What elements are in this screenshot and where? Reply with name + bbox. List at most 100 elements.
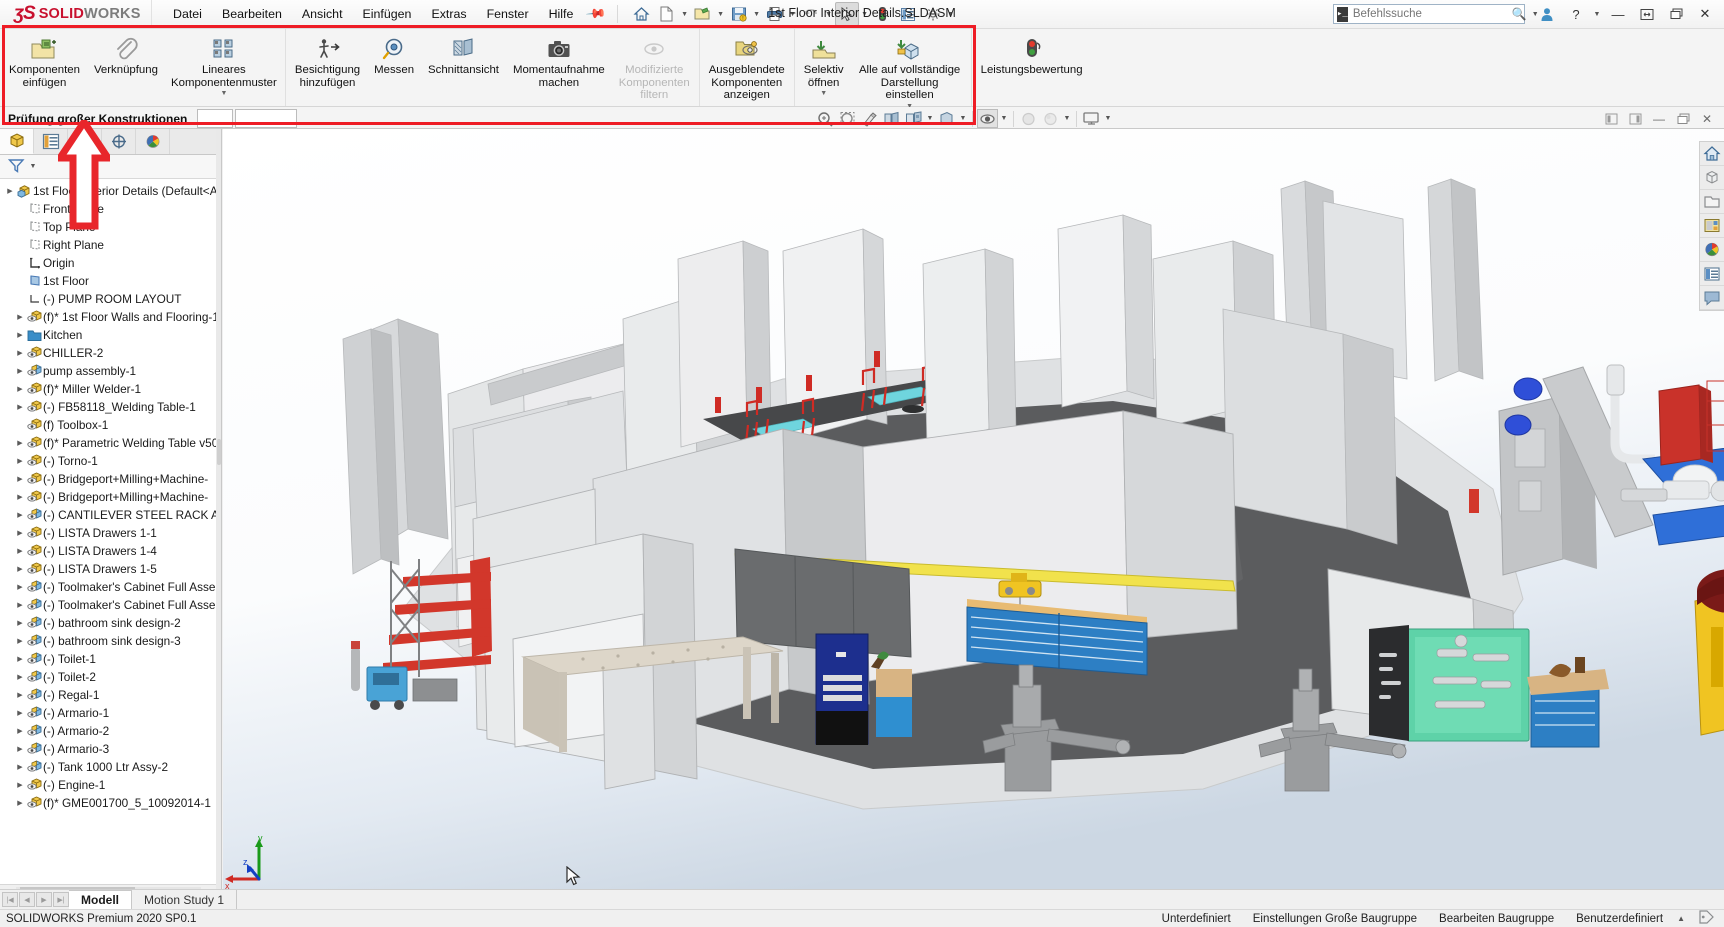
expand-arrow-icon[interactable]: ▶: [14, 475, 26, 483]
selective-open-button[interactable]: Selektiv öffnen ▼: [797, 32, 851, 99]
expand-arrow-icon[interactable]: ▶: [14, 727, 26, 735]
expand-arrow-icon[interactable]: ▶: [14, 349, 26, 357]
view-orientation-icon[interactable]: [903, 109, 924, 128]
pin-icon[interactable]: 📌: [582, 0, 611, 28]
expand-arrow-icon[interactable]: ▶: [14, 547, 26, 555]
tree-item[interactable]: ▶ (-) bathroom sink design-2: [0, 614, 217, 632]
feature-tree[interactable]: ▶ 1st Floor Interior Details (Default<Al…: [0, 179, 217, 884]
chevron-down-icon[interactable]: ▼: [1592, 11, 1602, 18]
design-library-icon[interactable]: [1700, 214, 1724, 238]
tree-item[interactable]: ▶ (-) Bridgeport+Milling+Machine-: [0, 488, 217, 506]
set-all-to-full-display-button[interactable]: Alle auf vollständige Darstellung einste…: [851, 32, 969, 112]
menu-ansicht[interactable]: Ansicht: [293, 2, 352, 26]
custom-properties-icon[interactable]: [1700, 262, 1724, 286]
chevron-down-icon[interactable]: ▼: [820, 90, 827, 97]
add-walkthrough-button[interactable]: Besichtigung hinzufügen: [288, 32, 367, 91]
chevron-down-icon[interactable]: ▼: [824, 11, 834, 18]
tree-item[interactable]: ▶ (-) Engine-1: [0, 776, 217, 794]
filter-modified-components-button[interactable]: Modifizierte Komponenten filtern: [612, 32, 697, 104]
options-list-icon[interactable]: [896, 2, 920, 26]
print-icon[interactable]: [763, 2, 787, 26]
tree-item[interactable]: ▶ (f)* GME001700_5_10092014-1: [0, 794, 217, 812]
chevron-down-icon[interactable]: ▼: [752, 11, 762, 18]
menu-extras[interactable]: Extras: [422, 2, 475, 26]
restore-left-icon[interactable]: [1600, 109, 1622, 128]
chevron-down-icon[interactable]: ▼: [788, 11, 798, 18]
status-units-label[interactable]: Benutzerdefiniert: [1576, 913, 1663, 925]
menu-hilfe[interactable]: Hilfe: [540, 2, 583, 26]
expand-arrow-icon[interactable]: ▶: [14, 439, 26, 447]
tree-item[interactable]: ▶ (-) FB58118_Welding Table-1: [0, 398, 217, 416]
select-arrow-icon[interactable]: [834, 2, 859, 26]
tab-motion-study-1[interactable]: Motion Study 1: [132, 890, 238, 909]
expand-arrow-icon[interactable]: ▶: [14, 709, 26, 717]
expand-arrow-icon[interactable]: ▶: [14, 385, 26, 393]
undo-icon[interactable]: [799, 2, 823, 26]
expand-arrow-icon[interactable]: ▶: [14, 637, 26, 645]
tree-item[interactable]: ▶ (-) Armario-3: [0, 740, 217, 758]
tree-item[interactable]: ▶ (-) LISTA Drawers 1-4: [0, 542, 217, 560]
menu-bearbeiten[interactable]: Bearbeiten: [213, 2, 291, 26]
expand-arrow-icon[interactable]: ▶: [14, 763, 26, 771]
save-icon[interactable]: !: [727, 2, 751, 26]
restore-icon[interactable]: [1672, 109, 1694, 128]
expand-arrow-icon[interactable]: ▶: [14, 511, 26, 519]
tree-item[interactable]: ▶ CHILLER-2: [0, 344, 217, 362]
chevron-down-icon[interactable]: ▼: [946, 11, 956, 18]
minimize-icon[interactable]: —: [1605, 2, 1631, 26]
expand-arrow-icon[interactable]: ▶: [14, 457, 26, 465]
last-icon[interactable]: ▶|: [53, 892, 69, 907]
chevron-down-icon[interactable]: ▼: [28, 163, 38, 170]
expand-arrow-icon[interactable]: ▶: [14, 619, 26, 627]
menu-datei[interactable]: Datei: [164, 2, 211, 26]
tree-item[interactable]: ▶ Origin: [0, 254, 217, 272]
tree-item[interactable]: ▶ (-) Toilet-1: [0, 650, 217, 668]
tree-item[interactable]: ▶ (f) Toolbox-1: [0, 416, 217, 434]
tree-item[interactable]: ▶ (-) Tank 1000 Ltr Assy-2: [0, 758, 217, 776]
view-settings-icon[interactable]: [1081, 109, 1102, 128]
filter-funnel-icon[interactable]: [7, 158, 25, 176]
tree-item[interactable]: ▶ 1st Floor: [0, 272, 217, 290]
first-icon[interactable]: |◀: [2, 892, 18, 907]
tree-item[interactable]: ▶ (-) LISTA Drawers 1-5: [0, 560, 217, 578]
open-folder-icon[interactable]: [1700, 190, 1724, 214]
minimize-icon[interactable]: —: [1648, 109, 1670, 128]
tree-item[interactable]: ▶ (-) Regal-1: [0, 686, 217, 704]
hide-show-items-icon[interactable]: [977, 109, 998, 128]
linear-component-pattern-button[interactable]: Lineares Komponentenmuster ▼: [165, 32, 283, 99]
tree-item[interactable]: ▶ Kitchen: [0, 326, 217, 344]
view-orientation-cube-icon[interactable]: [1700, 166, 1724, 190]
previous-icon[interactable]: ◀: [19, 892, 35, 907]
search-icon[interactable]: 🔍: [1512, 7, 1527, 21]
tree-item[interactable]: ▶ (-) Armario-1: [0, 704, 217, 722]
expand-arrow-icon[interactable]: ▶: [14, 583, 26, 591]
tree-item[interactable]: ▶ (f)* Miller Welder-1: [0, 380, 217, 398]
home-icon[interactable]: [630, 2, 654, 26]
chevron-down-icon[interactable]: ▼: [860, 11, 870, 18]
cascade-icon[interactable]: [1663, 2, 1689, 26]
home-icon[interactable]: [1700, 142, 1724, 166]
menu-einfuegen[interactable]: Einfügen: [354, 2, 421, 26]
take-snapshot-button[interactable]: Momentaufnahme machen: [506, 32, 612, 91]
expand-arrow-icon[interactable]: ▶: [14, 601, 26, 609]
command-search[interactable]: ▸_ 🔍 ▼: [1333, 4, 1539, 24]
expand-arrow-icon[interactable]: ▶: [4, 187, 16, 195]
show-hidden-components-button[interactable]: Ausgeblendete Komponenten anzeigen: [702, 32, 792, 104]
tab-box-2[interactable]: [235, 109, 298, 128]
tree-item[interactable]: ▶ (-) CANTILEVER STEEL RACK ASS: [0, 506, 217, 524]
measure-button[interactable]: Messen: [367, 32, 421, 79]
expand-arrow-icon[interactable]: ▶: [14, 799, 26, 807]
zoom-to-fit-icon[interactable]: [815, 109, 836, 128]
chevron-down-icon[interactable]: ▼: [999, 115, 1009, 122]
close-icon[interactable]: ✕: [1692, 2, 1718, 26]
mate-button[interactable]: Verknüpfung: [87, 32, 165, 79]
search-input[interactable]: [1352, 8, 1507, 20]
expand-arrow-icon[interactable]: ▶: [14, 781, 26, 789]
expand-arrow-icon[interactable]: ▶: [14, 313, 26, 321]
chevron-up-icon[interactable]: ▲: [1677, 914, 1685, 923]
apply-scene-icon[interactable]: [1040, 109, 1061, 128]
chevron-down-icon[interactable]: ▼: [680, 11, 690, 18]
tree-item[interactable]: ▶ (-) bathroom sink design-3: [0, 632, 217, 650]
tab-modell[interactable]: Modell: [69, 890, 132, 909]
tree-item[interactable]: ▶ (-) PUMP ROOM LAYOUT: [0, 290, 217, 308]
